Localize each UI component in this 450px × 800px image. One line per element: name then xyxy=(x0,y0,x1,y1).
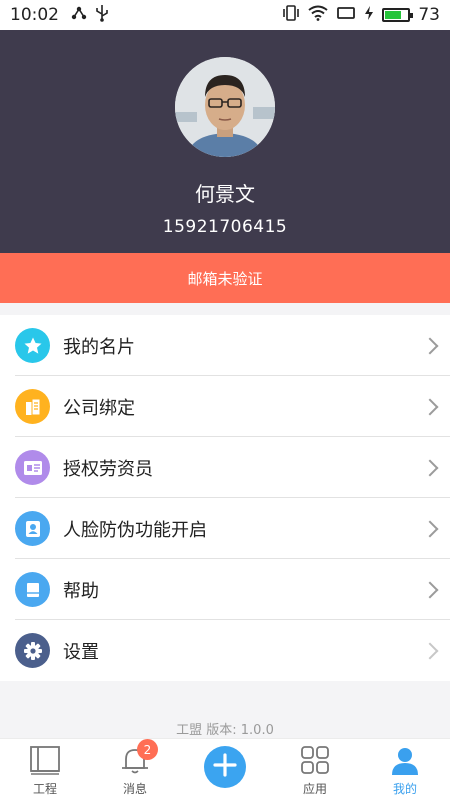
gear-icon xyxy=(15,633,50,668)
battery-icon xyxy=(382,8,414,22)
profile-header: 何景文 15921706415 xyxy=(0,30,450,253)
bell-icon: 2 xyxy=(119,739,158,777)
status-time: 10:02 xyxy=(10,5,59,25)
project-icon xyxy=(29,743,61,777)
tab-project[interactable]: 工程 xyxy=(0,739,90,800)
tab-label: 消息 xyxy=(122,782,147,796)
charging-icon xyxy=(364,5,374,26)
usb-icon xyxy=(95,4,109,27)
menu-label: 人脸防伪功能开启 xyxy=(63,519,207,541)
battery-level: 73 xyxy=(418,5,440,25)
email-unverified-text: 邮箱未验证 xyxy=(187,269,263,288)
menu-label: 帮助 xyxy=(63,580,99,602)
battery-fill xyxy=(385,11,402,19)
user-icon xyxy=(389,743,421,777)
version-text: 工盟 版本: 1.0.0 xyxy=(176,723,274,738)
chevron-right-icon xyxy=(421,459,439,476)
menu-item-help[interactable]: 帮助 xyxy=(0,559,450,620)
add-button[interactable] xyxy=(204,746,246,788)
user-name: 何景文 xyxy=(195,182,255,206)
email-unverified-banner[interactable]: 邮箱未验证 xyxy=(0,253,450,303)
settings-menu: 我的名片 公司绑定 授权劳资员 人脸防伪功能开启 帮助 设置 xyxy=(0,315,450,681)
tab-messages[interactable]: 2 消息 xyxy=(90,739,180,800)
face-id-icon xyxy=(15,511,50,546)
menu-item-authorize-payroll-clerk[interactable]: 授权劳资员 xyxy=(0,437,450,498)
message-count-badge: 2 xyxy=(137,739,158,760)
id-card-icon xyxy=(15,450,50,485)
chevron-right-icon xyxy=(421,520,439,537)
vibrate-icon xyxy=(282,4,300,26)
book-icon xyxy=(15,572,50,607)
tab-label: 应用 xyxy=(302,782,327,796)
company-icon xyxy=(15,389,50,424)
chevron-right-icon xyxy=(421,398,439,415)
menu-item-company-binding[interactable]: 公司绑定 xyxy=(0,376,450,437)
cast-icon xyxy=(336,5,356,25)
plus-icon xyxy=(212,752,238,782)
menu-label: 授权劳资员 xyxy=(63,458,153,480)
status-bar: 10:02 73 xyxy=(0,0,450,30)
bottom-tab-bar: 工程 2 消息 应用 我的 xyxy=(0,738,450,800)
chevron-right-icon xyxy=(421,337,439,354)
tab-apps[interactable]: 应用 xyxy=(270,739,360,800)
chevron-right-icon xyxy=(421,581,439,598)
menu-label: 设置 xyxy=(63,641,99,663)
user-phone: 15921706415 xyxy=(162,217,288,237)
menu-label: 公司绑定 xyxy=(63,397,135,419)
menu-item-settings[interactable]: 设置 xyxy=(0,620,450,681)
share-icon xyxy=(71,5,87,26)
avatar[interactable] xyxy=(175,57,275,157)
apps-grid-icon xyxy=(299,743,331,777)
chevron-right-icon xyxy=(421,642,439,659)
menu-label: 我的名片 xyxy=(63,336,135,358)
tab-label: 我的 xyxy=(392,782,417,796)
menu-item-face-anti-counterfeit[interactable]: 人脸防伪功能开启 xyxy=(0,498,450,559)
wifi-icon xyxy=(308,5,328,26)
tab-label: 工程 xyxy=(32,782,57,796)
star-icon xyxy=(15,328,50,363)
tab-mine[interactable]: 我的 xyxy=(360,739,450,800)
menu-item-business-card[interactable]: 我的名片 xyxy=(0,315,450,376)
